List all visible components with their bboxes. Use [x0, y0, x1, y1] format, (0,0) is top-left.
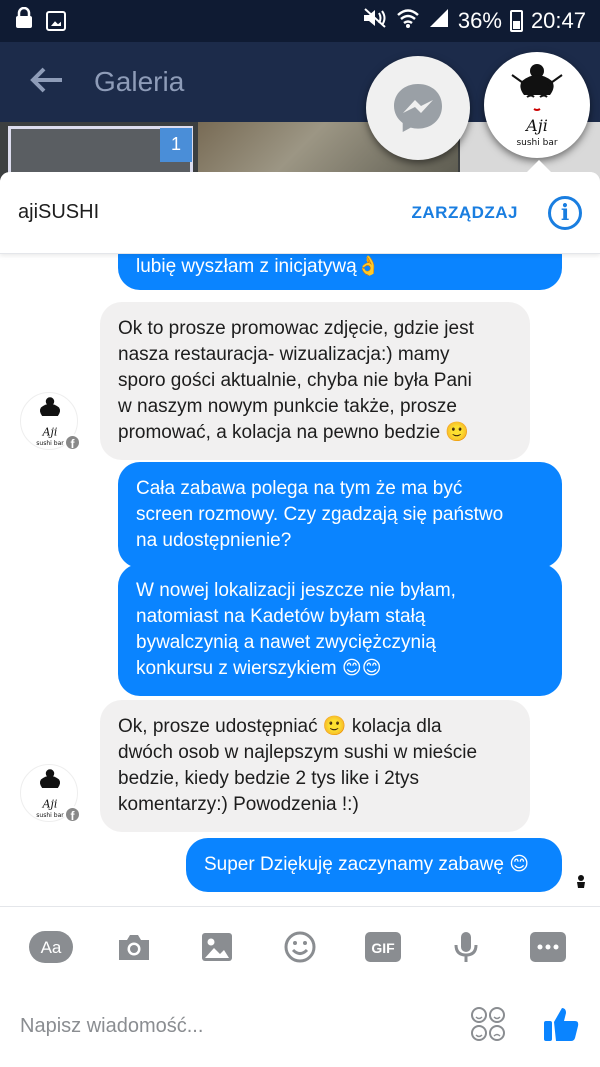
message-text: screen rozmowy. Czy zgadzają się państwo: [136, 504, 504, 525]
chathead-caret: [527, 160, 551, 172]
outgoing-message[interactable]: Super Dziękuję zaczynamy zabawę 😊: [186, 838, 562, 892]
camera-icon[interactable]: [112, 925, 156, 969]
message-text: dwóch osob w najlepszym sushi w mieście: [118, 742, 478, 763]
messenger-icon: [394, 84, 442, 132]
svg-text:Aji: Aji: [42, 425, 58, 438]
chat-panel: ajiSUSHI ZARZĄDZAJ i lubię wyszłam z ini…: [0, 172, 600, 1067]
aji-sushi-chathead[interactable]: Aji sushi bar: [484, 52, 590, 158]
message-text: lubię wyszłam z inicjatywą👌: [136, 256, 381, 277]
stickers-icon[interactable]: [470, 1006, 506, 1047]
text-icon[interactable]: Aa: [29, 925, 74, 969]
messenger-chathead[interactable]: [366, 56, 470, 160]
svg-text:Aji: Aji: [42, 797, 58, 810]
image-icon[interactable]: [195, 925, 239, 969]
battery-icon: [509, 10, 523, 32]
background-app-title: Galeria: [94, 66, 185, 97]
lock-icon: [14, 6, 34, 35]
emoji-icon[interactable]: [278, 925, 322, 969]
facebook-badge-icon: f: [64, 434, 81, 451]
message-text: Ok to prosze promowac zdjęcie, gdzie jes…: [118, 318, 474, 339]
more-icon[interactable]: [526, 925, 570, 969]
message-text: nasza restauracja- wizualizacja:) mamy: [118, 344, 450, 365]
message-text: na udostępnienie?: [136, 530, 292, 551]
message-text: konkursu z wierszykiem 😊😊: [136, 658, 382, 679]
incoming-message[interactable]: Ok to prosze promowac zdjęcie, gdzie jes…: [100, 302, 530, 460]
svg-text:sushi bar: sushi bar: [36, 812, 64, 819]
gallery-notification-icon: [46, 11, 66, 31]
message-text: Ok, prosze udostępniać 🙂 kolacja dla: [118, 716, 442, 737]
message-text: natomiast na Kadetów byłam stałą: [136, 606, 426, 627]
incoming-message[interactable]: Ok, prosze udostępniać 🙂 kolacja dla dwó…: [100, 700, 530, 832]
aji-sushi-logo-icon: Aji sushi bar: [511, 64, 563, 148]
message-list: lubię wyszłam z inicjatywą👌 Ok to prosze…: [0, 254, 600, 906]
info-icon[interactable]: i: [548, 195, 582, 230]
composer-toolbar: Aa GIF: [0, 906, 600, 986]
message-text: sporo gości aktualnie, chyba nie była Pa…: [118, 370, 472, 391]
chat-header: ajiSUSHI ZARZĄDZAJ i: [0, 172, 600, 254]
facebook-badge-icon: f: [64, 806, 81, 823]
svg-text:sushi bar: sushi bar: [36, 440, 64, 447]
seen-avatar-icon: [572, 874, 590, 897]
message-input[interactable]: Napisz wiadomość...: [20, 1015, 203, 1038]
svg-text:sushi bar: sushi bar: [516, 138, 557, 148]
outgoing-message[interactable]: W nowej lokalizacji jeszcze nie byłam, n…: [118, 564, 562, 696]
message-text: bywalczynią a nawet zwyciężczynią: [136, 632, 436, 653]
clock: 20:47: [530, 8, 586, 33]
message-text: W nowej lokalizacji jeszcze nie byłam,: [136, 580, 456, 601]
manage-button[interactable]: ZARZĄDZAJ: [412, 203, 519, 223]
mic-icon[interactable]: [444, 925, 488, 969]
gallery-count-badge: 1: [160, 128, 192, 162]
mute-icon: [362, 7, 388, 35]
outgoing-message[interactable]: lubię wyszłam z inicjatywą👌: [118, 254, 562, 290]
message-text: Super Dziękuję zaczynamy zabawę 😊: [204, 854, 530, 875]
message-text: Cała zabawa polega na tym że ma być: [136, 478, 463, 499]
message-text: komentarzy:) Powodzenia !:): [118, 794, 359, 815]
gif-icon[interactable]: GIF: [361, 925, 405, 969]
wifi-icon: [396, 7, 420, 35]
message-text: w naszym nowym punkcie także, prosze: [118, 396, 457, 417]
message-text: bedzie, kiedy bedzie 2 tys like i 2tys: [118, 768, 419, 789]
gif-label: GIF: [371, 940, 395, 956]
text-tool-label: Aa: [41, 938, 62, 957]
battery-percent: 36%: [457, 8, 502, 33]
signal-icon: [428, 7, 450, 35]
svg-text:Aji: Aji: [524, 116, 548, 135]
message-composer: Napisz wiadomość...: [0, 986, 600, 1067]
back-arrow-icon[interactable]: [30, 61, 64, 103]
like-icon[interactable]: [542, 1005, 580, 1048]
message-text: promować, a kolacja na pewno bedzie 🙂: [118, 422, 470, 443]
conversation-name[interactable]: ajiSUSHI: [18, 201, 99, 224]
outgoing-message[interactable]: Cała zabawa polega na tym że ma być scre…: [118, 462, 562, 568]
status-bar: 36% 20:47: [0, 0, 600, 42]
